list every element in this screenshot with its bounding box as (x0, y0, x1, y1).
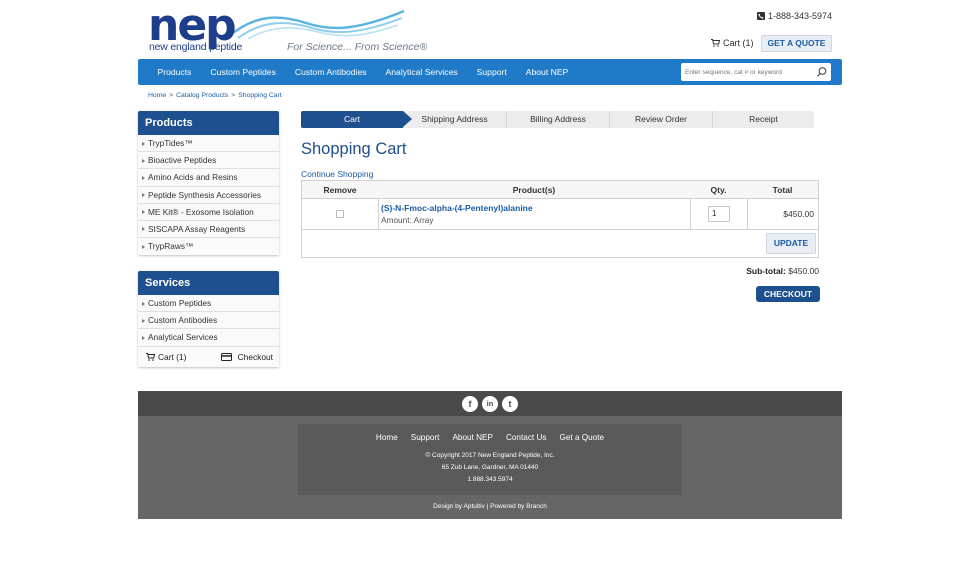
get-quote-button[interactable]: GET A QUOTE (761, 35, 832, 52)
sidebar-item-me-kit[interactable]: ME Kit® - Exosome Isolation (138, 203, 279, 221)
continue-shopping-link[interactable]: Continue Shopping (301, 169, 373, 179)
footer-social-bar: f in t (138, 391, 842, 416)
credit-card-icon (220, 352, 232, 361)
update-button[interactable]: UPDATE (766, 233, 816, 254)
col-remove: Remove (323, 185, 357, 195)
line-total: $450.00 (783, 209, 814, 219)
breadcrumb-catalog-products[interactable]: Catalog Products (176, 92, 228, 99)
search-input[interactable] (685, 63, 810, 81)
column-divider (378, 199, 379, 229)
subtotal-value: $450.00 (788, 266, 819, 276)
footer-link-about-nep[interactable]: About NEP (452, 433, 493, 442)
header-cart-link[interactable]: Cart (1) (711, 38, 754, 48)
subtotal: Sub-total: $450.00 (746, 266, 819, 276)
footer-link-contact-us[interactable]: Contact Us (506, 433, 547, 442)
footer-link-support[interactable]: Support (411, 433, 440, 442)
quantity-input[interactable]: 1 (708, 206, 730, 222)
footer-credit[interactable]: Design by Aptuitiv | Powered by Branch (138, 503, 842, 510)
nav-item-custom-peptides[interactable]: Custom Peptides (201, 67, 285, 77)
step-cart[interactable]: Cart (301, 111, 403, 128)
breadcrumb-home[interactable]: Home (148, 92, 166, 99)
twitter-icon[interactable]: t (502, 396, 518, 412)
sidebar-cart-label: Cart (1) (158, 351, 187, 362)
step-shipping-address[interactable]: Shipping Address (403, 111, 506, 128)
cart-icon (711, 39, 720, 47)
search-icon[interactable] (816, 66, 828, 78)
tagline: For Science... From Science® (287, 41, 428, 53)
breadcrumb: Home > Catalog Products > Shopping Cart (148, 92, 282, 99)
column-divider (690, 199, 691, 229)
sidebar-item-siscapa[interactable]: SISCAPA Assay Reagents (138, 220, 279, 239)
column-divider (747, 199, 748, 229)
sidebar-products-title: Products (138, 111, 279, 135)
sidebar-products: Products TrypTides™ Bioactive Peptides A… (138, 111, 279, 256)
step-review-order[interactable]: Review Order (610, 111, 712, 128)
col-qty: Qty. (710, 185, 727, 195)
nav-item-analytical-services[interactable]: Analytical Services (376, 67, 467, 77)
breadcrumb-shopping-cart[interactable]: Shopping Cart (238, 92, 281, 99)
breadcrumb-separator: > (231, 92, 236, 99)
subtotal-label: Sub-total: (746, 266, 786, 276)
sidebar-item-amino-acids[interactable]: Amino Acids and Resins (138, 169, 279, 187)
row-divider (302, 229, 818, 230)
product-name-link[interactable]: (S)-N-Fmoc-alpha-(4-Pentenyl)alanine (381, 203, 533, 213)
sidebar-cart-link[interactable]: Cart (1) (146, 352, 186, 362)
footer-info-box: Home Support About NEP Contact Us Get a … (298, 424, 682, 495)
remove-checkbox[interactable] (336, 210, 344, 218)
sidebar-item-analytical-services[interactable]: Analytical Services (138, 329, 279, 347)
logo-subtitle: new england peptide (149, 41, 243, 53)
cart-table: Remove Product(s) Qty. Total (S)-N-Fmoc-… (301, 180, 819, 258)
header-cart-label: Cart (1) (723, 38, 754, 48)
footer-phone: 1.888.343.5974 (467, 476, 513, 483)
footer-links: Home Support About NEP Contact Us Get a … (298, 433, 682, 442)
sidebar-checkout-link[interactable]: Checkout (220, 351, 273, 362)
nav-item-products[interactable]: Products (148, 67, 201, 77)
sidebar-item-custom-peptides[interactable]: Custom Peptides (138, 295, 279, 313)
sidebar-checkout-label: Checkout (237, 351, 273, 362)
logo-waves-icon (227, 9, 405, 39)
sidebar-item-custom-antibodies[interactable]: Custom Antibodies (138, 312, 279, 330)
phone-number: 1-888-343-5974 (767, 11, 832, 21)
nav-item-support[interactable]: Support (467, 67, 516, 77)
sidebar-item-synthesis-accessories[interactable]: Peptide Synthesis Accessories (138, 186, 279, 204)
sidebar-item-bioactive-peptides[interactable]: Bioactive Peptides (138, 152, 279, 170)
sidebar-services-title: Services (138, 271, 279, 295)
footer-copyright: © Copyright 2017 New England Peptide, In… (425, 452, 555, 459)
sidebar-services: Services Custom Peptides Custom Antibodi… (138, 271, 279, 367)
sidebar-item-tryptides[interactable]: TrypTides™ (138, 135, 279, 153)
footer-link-home[interactable]: Home (376, 433, 398, 442)
facebook-icon[interactable]: f (462, 396, 478, 412)
sidebar-item-trypraws[interactable]: TrypRaws™ (138, 238, 279, 256)
breadcrumb-separator: > (169, 92, 174, 99)
nav-item-about-nep[interactable]: About NEP (516, 67, 578, 77)
col-products: Product(s) (512, 185, 556, 195)
header-phone: 1-888-343-5974 (756, 11, 832, 21)
checkout-button[interactable]: CHECKOUT (756, 286, 820, 302)
linkedin-icon[interactable]: in (482, 396, 498, 412)
step-receipt[interactable]: Receipt (713, 111, 814, 128)
col-total: Total (772, 185, 793, 195)
search-box (681, 63, 831, 81)
checkout-steps: Cart Shipping Address Billing Address Re… (301, 111, 814, 128)
footer: f in t Home Support About NEP Contact Us… (138, 391, 842, 519)
sidebar-cart-row: Cart (1) Checkout (138, 346, 279, 367)
active-step-arrow-icon (403, 111, 412, 127)
cart-icon (146, 352, 155, 361)
nav-item-custom-antibodies[interactable]: Custom Antibodies (285, 67, 376, 77)
step-billing-address[interactable]: Billing Address (507, 111, 609, 128)
page-title: Shopping Cart (301, 140, 407, 158)
product-amount: Amount: Array (381, 215, 434, 225)
footer-address: 65 Zub Lane, Gardner, MA 01440 (441, 464, 539, 471)
phone-icon (756, 12, 765, 20)
footer-link-get-a-quote[interactable]: Get a Quote (559, 433, 604, 442)
